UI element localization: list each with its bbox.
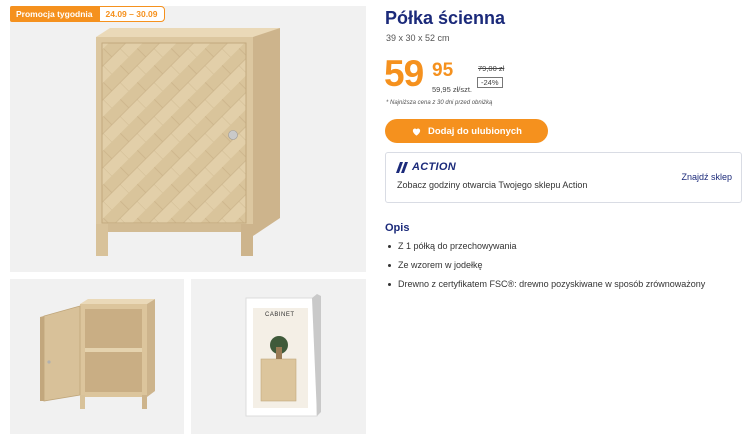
main-product-image[interactable] xyxy=(10,6,366,272)
price-main: 59 xyxy=(384,53,424,94)
description-title: Opis xyxy=(385,222,410,234)
description-item: Ze wzorem w jodełkę xyxy=(385,260,705,279)
discount-badge: -24% xyxy=(477,77,503,88)
price-note: * Najniższa cena z 30 dni przed obniżką xyxy=(386,100,493,106)
packaging-label: CABINET xyxy=(265,312,295,318)
open-cabinet-illustration xyxy=(40,299,155,409)
promo-dates: 24.09 – 30.09 xyxy=(98,6,165,22)
add-to-favorites-button[interactable]: Dodaj do ulubionych xyxy=(385,119,548,143)
find-store-link[interactable]: Znajdź sklep xyxy=(681,172,732,182)
store-info-box: ACTION Zobacz godziny otwarcia Twojego s… xyxy=(385,152,742,203)
packaging-illustration xyxy=(245,294,321,417)
description-item: Z 1 półką do przechowywania xyxy=(385,241,705,260)
action-logo: ACTION xyxy=(396,161,456,173)
price-per-unit: 59,95 zł/szt. xyxy=(432,85,473,94)
product-title: Półka ścienna xyxy=(385,8,506,28)
product-dimensions: 39 x 30 x 52 cm xyxy=(386,33,450,43)
price-old: 79,00 zł xyxy=(478,64,505,73)
add-to-favorites-label: Dodaj do ulubionych xyxy=(428,125,522,137)
thumbnail-packaging[interactable]: CABINET xyxy=(191,279,366,434)
promo-badge: Promocja tygodnia 24.09 – 30.09 xyxy=(10,6,165,22)
thumbnail-open-cabinet[interactable] xyxy=(10,279,184,434)
cabinet-illustration xyxy=(96,28,280,256)
store-description: Zobacz godziny otwarcia Twojego sklepu A… xyxy=(397,180,588,190)
price-cents: 95 xyxy=(432,60,454,81)
description-list: Z 1 półką do przechowywania Ze wzorem w … xyxy=(385,241,705,298)
action-logo-mark-icon xyxy=(396,161,408,173)
heart-icon xyxy=(412,128,421,136)
promo-label: Promocja tygodnia xyxy=(10,6,99,22)
action-logo-text: ACTION xyxy=(412,161,456,173)
description-item: Drewno z certyfikatem FSC®: drewno pozys… xyxy=(385,279,705,298)
